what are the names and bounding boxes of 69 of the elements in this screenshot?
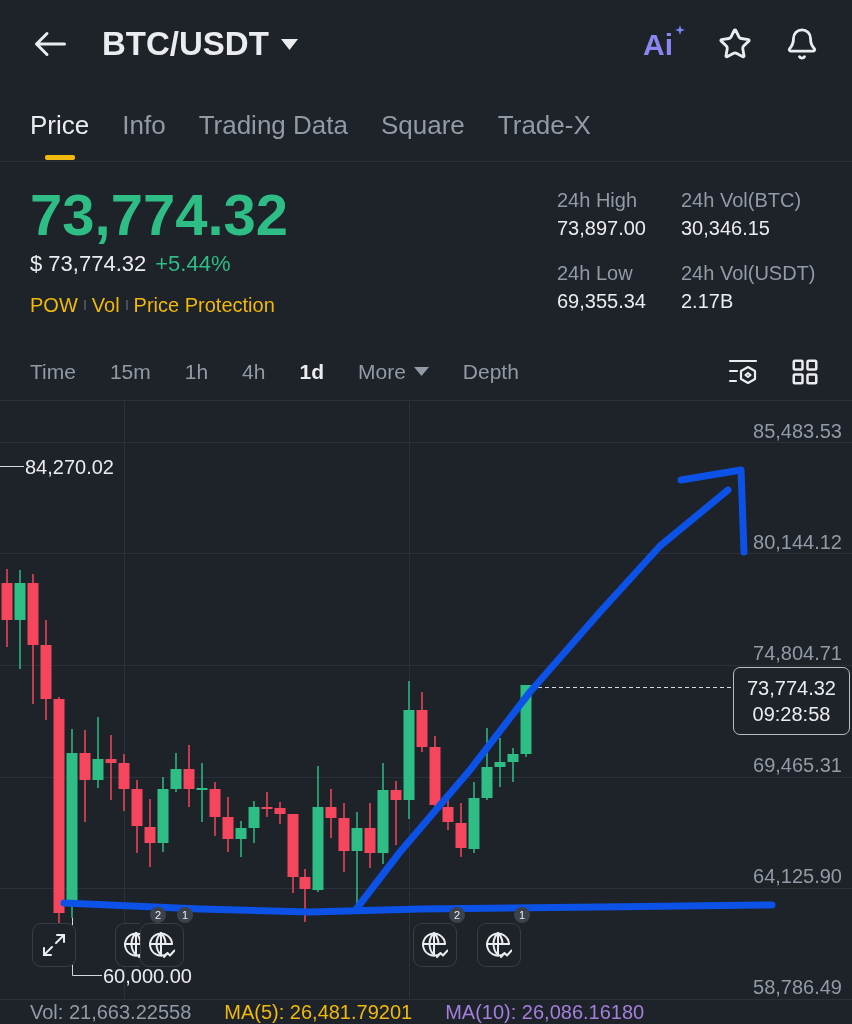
interval-tab[interactable]: 1h xyxy=(184,357,209,386)
tab[interactable]: Info xyxy=(122,88,166,161)
interval-dropdown[interactable]: More xyxy=(358,357,429,386)
candle xyxy=(209,781,221,837)
leader-line xyxy=(0,466,24,467)
candle xyxy=(144,798,156,868)
candle xyxy=(338,802,350,873)
candle xyxy=(105,734,117,801)
caret-icon xyxy=(280,38,298,50)
event-marker-button[interactable] xyxy=(140,923,184,967)
last-price: 73,774.32 xyxy=(30,183,289,247)
interval-tab[interactable]: Time xyxy=(30,357,76,386)
candle xyxy=(118,753,130,812)
indicator-value: MA(10): 26,086.16180 xyxy=(445,1000,645,1024)
interval-tab[interactable]: Depth xyxy=(462,357,519,386)
countdown-timer: 09:28:58 xyxy=(752,702,831,727)
stat-value: 30,346.15 xyxy=(681,216,771,241)
tab[interactable]: Square xyxy=(380,88,465,161)
price-axis-label: 64,125.90 xyxy=(753,863,842,889)
back-arrow-icon[interactable] xyxy=(34,31,66,57)
tab[interactable]: Trade-X xyxy=(497,88,591,161)
low-price-label: 60,000.00 xyxy=(103,967,192,985)
price-axis-label: 74,804.71 xyxy=(753,641,842,667)
tag-link[interactable]: Price Protection xyxy=(133,292,275,318)
ai-assistant-button[interactable]: Ai xyxy=(643,25,685,63)
sparkle-icon xyxy=(675,25,685,35)
caret-icon xyxy=(413,367,429,376)
tab[interactable]: Price xyxy=(30,88,90,161)
tab[interactable]: Trading Data xyxy=(198,88,348,161)
globe-chart-icon xyxy=(422,932,448,958)
event-marker-button[interactable] xyxy=(477,923,521,967)
stat-label: 24h Vol(BTC) xyxy=(681,188,803,213)
indicator-value: Vol: 21,663.22558 xyxy=(30,1000,192,1024)
candle xyxy=(196,762,208,823)
badge-count: 1 xyxy=(514,907,530,923)
price-axis-label: 58,786.49 xyxy=(753,975,842,1000)
price-axis-label: 69,465.31 xyxy=(753,752,842,778)
price-axis-label: 80,144.12 xyxy=(753,530,842,556)
bell-icon[interactable] xyxy=(785,27,819,61)
interval-tab[interactable]: 4h xyxy=(242,357,266,386)
expand-button[interactable] xyxy=(32,923,76,967)
stat-label: 24h High xyxy=(557,188,639,213)
star-icon[interactable] xyxy=(718,27,752,61)
fiat-price: $ 73,774.32 xyxy=(30,250,147,278)
expand-icon xyxy=(43,934,65,956)
interval-tab[interactable]: 1d xyxy=(299,357,324,386)
last-price-label: 73,774.32 xyxy=(747,676,836,701)
chart-settings-icon[interactable] xyxy=(728,357,758,386)
stat-label: 24h Low xyxy=(557,261,634,286)
globe-chart-icon xyxy=(486,932,512,958)
pair-selector[interactable]: BTC/USDT xyxy=(102,24,298,64)
badge-count: 2 xyxy=(150,907,166,923)
stat-label: 24h Vol(USDT) xyxy=(681,261,816,286)
stat-value: 2.17B xyxy=(681,289,735,314)
tag-link[interactable]: Vol xyxy=(91,292,120,318)
event-marker-button[interactable] xyxy=(413,923,457,967)
globe-chart-icon xyxy=(149,932,175,958)
badge-count: 1 xyxy=(177,907,193,923)
tag-link[interactable]: POW xyxy=(30,292,78,318)
globe-chart-icon xyxy=(124,932,140,958)
stat-value: 73,897.00 xyxy=(557,216,647,241)
event-marker-button[interactable] xyxy=(115,923,140,967)
price-axis-label: 85,483.53 xyxy=(753,419,842,444)
badge-count: 2 xyxy=(449,907,465,923)
indicator-value: MA(5): 26,481.79201 xyxy=(224,1000,413,1024)
interval-tab[interactable]: 15m xyxy=(109,357,151,386)
stat-value: 69,355.34 xyxy=(557,289,647,314)
price-change: +5.44% xyxy=(155,250,231,278)
high-price-label: 84,270.02 xyxy=(25,455,114,480)
